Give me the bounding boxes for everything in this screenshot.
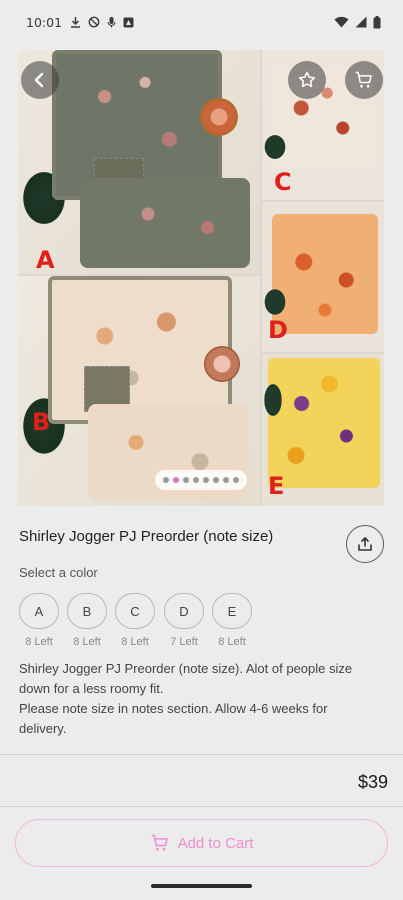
mic-icon	[107, 17, 116, 28]
gallery-pagination	[155, 470, 247, 490]
share-icon	[358, 537, 372, 551]
signal-icon	[355, 16, 367, 28]
color-option-a[interactable]: A	[19, 593, 59, 629]
stock-count: 8 Left	[218, 636, 246, 648]
page-dot-active[interactable]	[173, 477, 179, 483]
description-line: delivery.	[19, 721, 67, 736]
color-option-d[interactable]: D	[164, 593, 204, 629]
color-option-e[interactable]: E	[212, 593, 252, 629]
image-panel-d: D	[262, 202, 384, 352]
panel-letter: D	[268, 316, 288, 344]
color-option-b[interactable]: B	[67, 593, 107, 629]
select-color-label: Select a color	[19, 565, 98, 580]
product-price: $39	[357, 772, 388, 792]
stock-count: 8 Left	[121, 636, 149, 648]
panel-letter: B	[32, 408, 51, 436]
flower-decoration	[204, 346, 240, 382]
divider	[0, 754, 403, 755]
favorite-button[interactable]	[288, 61, 326, 99]
description-line: Shirley Jogger PJ Preorder (note size). …	[19, 661, 353, 676]
leaf-decoration	[262, 380, 284, 420]
image-panel-e: E	[262, 354, 384, 506]
flower-decoration	[200, 98, 238, 136]
description-line: Please note size in notes section. Allow…	[19, 701, 328, 716]
leaf-decoration	[262, 286, 288, 318]
panel-letter: C	[274, 168, 292, 196]
divider	[0, 806, 403, 807]
product-description: Shirley Jogger PJ Preorder (note size). …	[19, 659, 379, 739]
pajama-shirt-e	[268, 358, 380, 488]
pajama-shirt-b	[48, 276, 232, 424]
page-dot[interactable]	[203, 477, 209, 483]
page-dot[interactable]	[213, 477, 219, 483]
panel-letter: E	[268, 472, 285, 500]
stock-count: 7 Left	[170, 636, 198, 648]
color-option-c[interactable]: C	[115, 593, 155, 629]
add-to-cart-label: Add to Cart	[177, 834, 254, 852]
stock-count: 8 Left	[73, 636, 101, 648]
page-dot[interactable]	[223, 477, 229, 483]
pajama-pants-a	[80, 178, 250, 268]
home-indicator[interactable]	[151, 884, 252, 888]
app-icon	[123, 17, 134, 27]
star-icon	[298, 71, 316, 88]
panel-letter: A	[36, 246, 55, 274]
page-dot[interactable]	[233, 477, 239, 483]
cart-icon	[355, 71, 372, 88]
description-line: down for a less roomy fit.	[19, 681, 164, 696]
add-to-cart-button[interactable]: Add to Cart	[15, 819, 388, 867]
product-title: Shirley Jogger PJ Preorder (note size)	[19, 528, 274, 545]
share-button[interactable]	[346, 525, 384, 563]
page-dot[interactable]	[183, 477, 189, 483]
cart-button[interactable]	[345, 61, 383, 99]
dnd-icon	[88, 16, 100, 28]
product-image-gallery[interactable]: A B C D E	[18, 50, 384, 506]
battery-icon	[373, 15, 381, 28]
arrow-left-icon	[34, 72, 44, 88]
cart-icon	[151, 834, 168, 851]
page-dot[interactable]	[193, 477, 199, 483]
page-dot[interactable]	[163, 477, 169, 483]
download-icon	[71, 17, 81, 28]
leaf-decoration	[262, 132, 288, 162]
wifi-icon	[334, 16, 349, 28]
status-bar: 10:01	[0, 0, 403, 44]
back-button[interactable]	[21, 61, 59, 99]
status-time: 10:01	[26, 14, 63, 30]
stock-count: 8 Left	[25, 636, 53, 648]
